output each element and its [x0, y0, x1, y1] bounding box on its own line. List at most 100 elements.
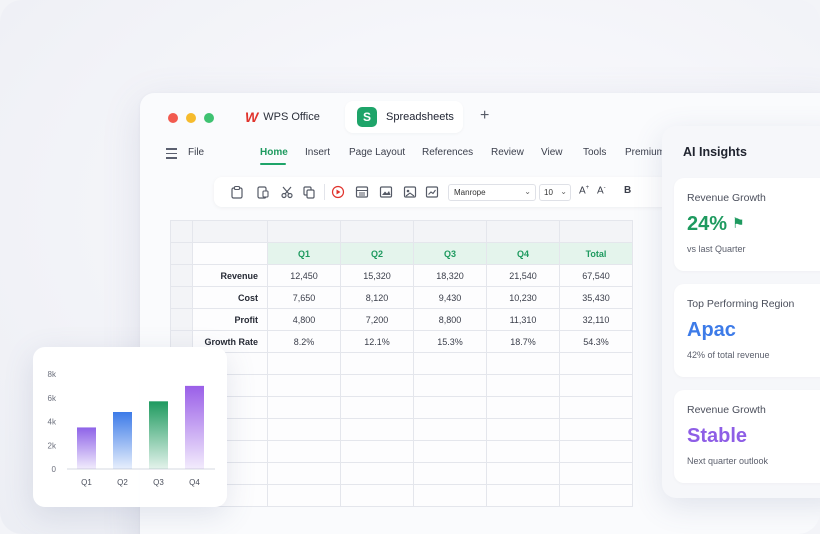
- table-cell[interactable]: [559, 374, 633, 397]
- tab-wps-office[interactable]: W WPS Office: [245, 109, 320, 125]
- table-cell[interactable]: 8,120: [340, 286, 414, 309]
- table-cell[interactable]: [267, 462, 341, 485]
- table-cell[interactable]: [192, 242, 268, 265]
- menu-home[interactable]: Home: [260, 147, 288, 158]
- table-cell[interactable]: [340, 418, 414, 441]
- corner-cell[interactable]: [170, 220, 193, 243]
- table-cell[interactable]: 15.3%: [413, 330, 487, 353]
- bar-q1[interactable]: [77, 427, 96, 469]
- menu-review[interactable]: Review: [491, 147, 524, 158]
- table-cell[interactable]: [413, 396, 487, 419]
- column-header-cell[interactable]: [267, 220, 341, 243]
- chart-icon[interactable]: [425, 185, 439, 199]
- clipboard-icon[interactable]: [256, 185, 270, 199]
- table-cell[interactable]: 4,800: [267, 308, 341, 331]
- table-cell[interactable]: [413, 418, 487, 441]
- table-cell[interactable]: [340, 484, 414, 507]
- row-number-cell[interactable]: [170, 308, 193, 331]
- table-cell[interactable]: [413, 352, 487, 375]
- table-cell[interactable]: [486, 418, 560, 441]
- header-cell[interactable]: Total: [559, 242, 633, 265]
- column-header-cell[interactable]: [192, 220, 268, 243]
- table-cell[interactable]: [486, 374, 560, 397]
- table-cell[interactable]: [559, 418, 633, 441]
- table-cell[interactable]: [559, 396, 633, 419]
- table-cell[interactable]: [559, 462, 633, 485]
- record-icon[interactable]: [331, 185, 345, 199]
- table-cell[interactable]: [267, 418, 341, 441]
- header-cell[interactable]: Q3: [413, 242, 487, 265]
- table-cell[interactable]: [559, 352, 633, 375]
- table-cell[interactable]: [486, 396, 560, 419]
- table-cell[interactable]: 21,540: [486, 264, 560, 287]
- picture-icon[interactable]: [403, 185, 417, 199]
- bold-button[interactable]: B: [624, 185, 631, 196]
- table-cell[interactable]: 18.7%: [486, 330, 560, 353]
- font-family-select[interactable]: Manrope ⌄: [448, 184, 536, 201]
- table-cell[interactable]: [486, 462, 560, 485]
- menu-premium[interactable]: Premium: [625, 147, 665, 158]
- table-cell[interactable]: [267, 396, 341, 419]
- table-cell[interactable]: [340, 374, 414, 397]
- header-cell[interactable]: Q1: [267, 242, 341, 265]
- row-label-cell[interactable]: Revenue: [192, 264, 268, 287]
- paste-icon[interactable]: [230, 185, 244, 199]
- image-icon[interactable]: [379, 185, 393, 199]
- font-size-select[interactable]: 10 ⌄: [539, 184, 571, 201]
- bar-q2[interactable]: [113, 412, 132, 469]
- table-icon[interactable]: [355, 185, 369, 199]
- table-cell[interactable]: [413, 462, 487, 485]
- maximize-window-button[interactable]: [204, 113, 214, 123]
- bar-q4[interactable]: [185, 385, 204, 469]
- menu-view[interactable]: View: [541, 147, 563, 158]
- table-cell[interactable]: [413, 440, 487, 463]
- table-cell[interactable]: 32,110: [559, 308, 633, 331]
- insight-card[interactable]: Revenue Growth 24% ⚑ vs last Quarter: [674, 178, 820, 271]
- hamburger-icon[interactable]: [166, 148, 177, 162]
- table-cell[interactable]: [413, 374, 487, 397]
- table-cell[interactable]: 7,650: [267, 286, 341, 309]
- minimize-window-button[interactable]: [186, 113, 196, 123]
- menu-insert[interactable]: Insert: [305, 147, 330, 158]
- decrease-font-button[interactable]: A-: [597, 185, 606, 196]
- table-cell[interactable]: [267, 484, 341, 507]
- row-number-cell[interactable]: [170, 286, 193, 309]
- table-cell[interactable]: 8.2%: [267, 330, 341, 353]
- increase-font-button[interactable]: A+: [579, 185, 589, 196]
- row-label-cell[interactable]: Cost: [192, 286, 268, 309]
- table-cell[interactable]: [340, 396, 414, 419]
- table-cell[interactable]: 7,200: [340, 308, 414, 331]
- column-header-cell[interactable]: [340, 220, 414, 243]
- row-number-cell[interactable]: [170, 242, 193, 265]
- table-cell[interactable]: 12.1%: [340, 330, 414, 353]
- table-cell[interactable]: [340, 462, 414, 485]
- insight-card[interactable]: Top Performing Region Apac 42% of total …: [674, 284, 820, 377]
- table-cell[interactable]: [267, 352, 341, 375]
- table-cell[interactable]: 54.3%: [559, 330, 633, 353]
- table-cell[interactable]: [559, 440, 633, 463]
- table-cell[interactable]: [486, 352, 560, 375]
- add-tab-button[interactable]: +: [480, 107, 489, 125]
- table-cell[interactable]: [486, 484, 560, 507]
- table-cell[interactable]: 67,540: [559, 264, 633, 287]
- table-cell[interactable]: 15,320: [340, 264, 414, 287]
- column-header-cell[interactable]: [413, 220, 487, 243]
- table-cell[interactable]: [267, 374, 341, 397]
- row-number-cell[interactable]: [170, 264, 193, 287]
- tab-spreadsheets[interactable]: S Spreadsheets: [345, 101, 463, 133]
- table-cell[interactable]: 9,430: [413, 286, 487, 309]
- table-cell[interactable]: [486, 440, 560, 463]
- table-cell[interactable]: 11,310: [486, 308, 560, 331]
- menu-references[interactable]: References: [422, 147, 473, 158]
- header-cell[interactable]: Q4: [486, 242, 560, 265]
- table-cell[interactable]: [413, 484, 487, 507]
- column-header-cell[interactable]: [486, 220, 560, 243]
- bar-q3[interactable]: [149, 401, 168, 469]
- column-header-cell[interactable]: [559, 220, 633, 243]
- table-cell[interactable]: [340, 352, 414, 375]
- menu-file[interactable]: File: [188, 147, 204, 158]
- menu-page-layout[interactable]: Page Layout: [349, 147, 405, 158]
- table-cell[interactable]: 18,320: [413, 264, 487, 287]
- insight-card[interactable]: Revenue Growth Stable Next quarter outlo…: [674, 390, 820, 483]
- table-cell[interactable]: [559, 484, 633, 507]
